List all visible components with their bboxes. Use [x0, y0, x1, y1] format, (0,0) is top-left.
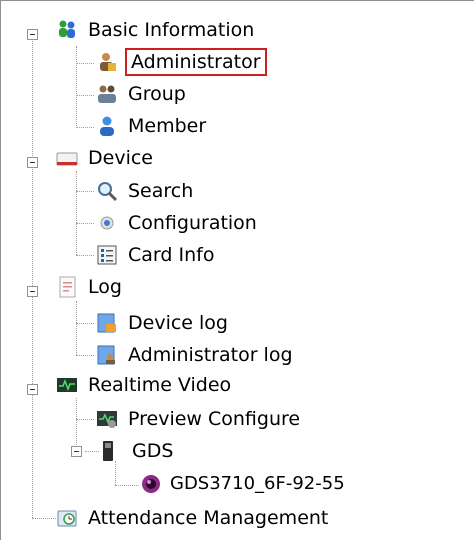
- tree-guide: [76, 301, 77, 355]
- gear-icon: [96, 212, 118, 234]
- collapse-toggle-gds[interactable]: [71, 446, 82, 457]
- tree-guide: [76, 419, 94, 420]
- tree-guide: [115, 485, 139, 486]
- tree-node-search[interactable]: Search: [96, 177, 196, 205]
- preview-config-icon: [96, 408, 118, 430]
- tree-guide: [76, 255, 94, 256]
- tree-node-label: Log: [88, 276, 122, 298]
- navigation-tree-panel: Basic Information Administrator Group Me…: [0, 0, 474, 540]
- tree-node-attendance-management[interactable]: Attendance Management: [56, 504, 331, 532]
- people-icon: [56, 19, 78, 41]
- tree-node-label: GDS: [132, 440, 174, 462]
- tree-guide: [76, 191, 94, 192]
- tree-node-label: Device log: [128, 312, 228, 334]
- tree-node-label: Attendance Management: [88, 507, 329, 529]
- admin-log-icon: [96, 344, 118, 366]
- tree-node-gds3710[interactable]: GDS3710_6F-92-55: [140, 470, 348, 498]
- tree-guide: [76, 398, 77, 451]
- tree-node-label: Preview Configure: [128, 408, 301, 430]
- tree-guide: [85, 451, 99, 452]
- tree-node-gds[interactable]: GDS: [101, 437, 176, 465]
- magnifier-icon: [96, 180, 118, 202]
- member-user-icon: [96, 115, 118, 137]
- tree-node-realtime-video[interactable]: Realtime Video: [56, 371, 234, 399]
- tree-guide-root: [32, 34, 33, 518]
- card-list-icon: [96, 244, 118, 266]
- log-document-icon: [56, 276, 78, 298]
- gds-device-icon: [101, 440, 115, 462]
- group-users-icon: [96, 83, 118, 105]
- tree-node-administrator-log[interactable]: Administrator log: [96, 341, 296, 369]
- device-icon: [56, 147, 78, 169]
- tree-node-group[interactable]: Group: [96, 80, 189, 108]
- tree-node-label: Configuration: [128, 212, 257, 234]
- tree-node-label: Card Info: [128, 244, 215, 266]
- tree-node-member[interactable]: Member: [96, 112, 209, 140]
- tree-guide: [76, 95, 94, 96]
- tree-node-log[interactable]: Log: [56, 273, 125, 301]
- tree-node-label: Basic Information: [88, 19, 255, 41]
- tree-guide: [76, 223, 94, 224]
- tree-guide: [76, 355, 94, 356]
- admin-user-icon: [96, 51, 118, 73]
- clock-calendar-icon: [56, 507, 78, 529]
- collapse-toggle-realtime-video[interactable]: [27, 384, 38, 395]
- camera-lens-icon: [140, 473, 162, 495]
- tree-guide: [76, 127, 94, 128]
- tree-guide: [32, 518, 56, 519]
- tree-node-label: Administrator: [125, 48, 267, 76]
- tree-node-label: Search: [128, 180, 194, 202]
- tree-node-label: Realtime Video: [88, 374, 232, 396]
- tree-guide: [76, 171, 77, 255]
- tree-node-administrator[interactable]: Administrator: [96, 48, 267, 76]
- tree-node-label: Member: [128, 115, 207, 137]
- tree-node-label: Administrator log: [128, 344, 293, 366]
- tree-node-basic-information[interactable]: Basic Information: [56, 16, 257, 44]
- tree-node-device-log[interactable]: Device log: [96, 309, 231, 337]
- tree-node-label: Device: [88, 147, 153, 169]
- tree-node-label: Group: [128, 83, 186, 105]
- tree-node-device[interactable]: Device: [56, 144, 156, 172]
- tree-node-card-info[interactable]: Card Info: [96, 241, 217, 269]
- device-log-icon: [96, 312, 118, 334]
- collapse-toggle-device[interactable]: [27, 157, 38, 168]
- collapse-toggle-log[interactable]: [27, 286, 38, 297]
- tree-node-configuration[interactable]: Configuration: [96, 209, 260, 237]
- tree-guide: [76, 63, 94, 64]
- tree-node-preview-configure[interactable]: Preview Configure: [96, 405, 303, 433]
- tree-guide: [76, 323, 94, 324]
- collapse-toggle-basic-information[interactable]: [27, 29, 38, 40]
- tree-guide: [76, 46, 77, 128]
- video-monitor-icon: [56, 374, 78, 396]
- tree-node-label: GDS3710_6F-92-55: [170, 473, 345, 494]
